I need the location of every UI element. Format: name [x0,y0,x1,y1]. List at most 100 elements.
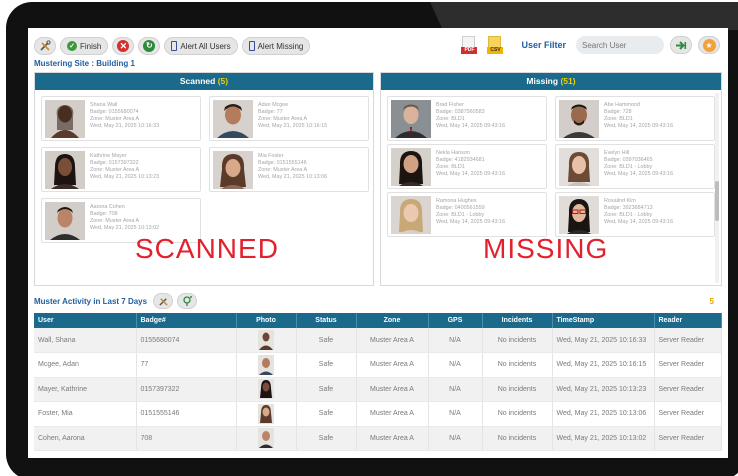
csv-tag: CSV [487,47,504,54]
cell-photo [236,377,297,402]
card-time: Wed, May 14, 2025 09:43:16 [436,123,506,129]
person-photo [45,151,85,189]
tools-icon [158,297,168,306]
cell-user: Wall, Shana [34,328,137,353]
cell-incidents: No incidents [482,377,553,402]
table-row[interactable]: Mayer, Kathrine 0157397322 Safe Muster A… [34,377,722,402]
table-row[interactable]: Mcgee, Adan 77 Safe Muster Area A N/A No… [34,352,722,378]
alert-all-users-button[interactable]: Alert All Users [164,37,238,55]
pdf-tag: PDF [461,47,478,54]
cell-photo [236,352,297,378]
table-row[interactable]: Foster, Mia 0151555146 Safe Muster Area … [34,401,722,427]
card-zone: Zone: BLD1 - Lobby [604,212,653,218]
card-time: Wed, May 21, 2025 10:13:06 [258,174,328,180]
alert-missing-button[interactable]: Alert Missing [241,37,311,55]
cell-gps: N/A [428,426,483,451]
card-time: Wed, May 14, 2025 09:43:16 [604,219,674,225]
cell-badge: 0155680074 [136,328,237,353]
finish-label: Finish [80,41,102,51]
col-status[interactable]: Status [296,313,357,328]
table-row[interactable]: Cohen, Aarona 708 Safe Muster Area A N/A… [34,426,722,451]
scanned-title: Scanned [179,76,216,86]
csv-export-icon[interactable]: CSV [487,36,504,54]
card-badge: Badge: 77 [258,109,283,115]
missing-card[interactable]: Abe Hammond Badge: 728 Zone: BLD1 Wed, M… [555,96,715,141]
card-name: Brad Fisher [436,102,464,108]
scanned-card[interactable]: Adan Mcgee Badge: 77 Zone: Muster Area A… [209,96,369,141]
export-button[interactable] [670,36,692,54]
user-photo [258,403,274,424]
cell-user: Mayer, Kathrine [34,377,137,402]
search-user-input[interactable] [576,36,664,54]
missing-scrollbar[interactable] [715,93,719,283]
cell-status: Safe [296,426,357,451]
card-name: Ramona Hughes [436,198,477,204]
missing-count: (51) [560,76,576,86]
phone-icon [248,41,255,51]
card-badge: Badge: 0151555146 [258,160,307,166]
card-time: Wed, May 21, 2025 10:13:02 [90,225,160,231]
refresh-button[interactable]: ↻ [138,37,161,55]
person-photo [391,100,431,138]
finish-button[interactable]: ✓ Finish [60,37,109,55]
card-badge: Badge: 728 [604,109,632,115]
table-header-row: User Badge# Photo Status Zone GPS Incide… [34,313,722,328]
pdf-export-icon[interactable]: PDF [461,36,478,54]
card-name: Shana Wall [90,102,118,108]
col-user[interactable]: User [34,313,137,328]
col-reader[interactable]: Reader [654,313,722,328]
export-arrow-icon [676,40,687,50]
cell-incidents: No incidents [482,352,553,378]
user-photo [258,379,274,400]
missing-card[interactable]: Brad Fisher Badge: 0387560583 Zone: BLD1… [387,96,547,141]
card-zone: Zone: BLD1 [436,116,465,122]
star-icon: ★ [702,38,716,52]
cell-zone: Muster Area A [356,426,429,451]
col-photo[interactable]: Photo [236,313,297,328]
person-photo [559,148,599,186]
col-gps[interactable]: GPS [428,313,483,328]
col-incidents[interactable]: Incidents [482,313,553,328]
card-badge: Badge: 0157397322 [90,160,139,166]
favorite-button[interactable]: ★ [698,36,720,54]
col-timestamp[interactable]: TimeStamp [552,313,655,328]
col-badge[interactable]: Badge# [136,313,237,328]
cell-zone: Muster Area A [356,377,429,402]
missing-card[interactable]: Nekla Hanson Badge: 4182934681 Zone: BLD… [387,144,547,189]
cell-zone: Muster Area A [356,401,429,427]
card-name: Evelyn Hill [604,150,630,156]
bezel-highlight [430,2,738,30]
card-zone: Zone: BLD1 - Lobby [604,164,653,170]
person-photo [213,151,253,189]
missing-card[interactable]: Ramona Hughes Badge: 0400561559 Zone: BL… [387,192,547,237]
missing-title: Missing [526,76,559,86]
activity-tools-button[interactable] [153,293,173,309]
scanned-card[interactable]: Shana Wall Badge: 0155680074 Zone: Muste… [41,96,201,141]
user-photo [258,354,274,375]
scanned-panel: Scanned (5) Shana Wall Badge: 0155680074… [34,72,374,286]
activity-filter-button[interactable] [177,293,197,309]
scrollbar-thumb[interactable] [715,181,719,221]
missing-card[interactable]: Rosalind Kim Badge: 3923684713 Zone: BLD… [555,192,715,237]
card-badge: Badge: 0400561559 [436,205,485,211]
cell-incidents: No incidents [482,426,553,451]
cell-zone: Muster Area A [356,328,429,353]
activity-table: User Badge# Photo Status Zone GPS Incide… [34,313,722,451]
cell-timestamp: Wed, May 21, 2025 10:13:02 [552,426,655,451]
cell-reader: Server Reader [654,328,722,353]
card-zone: Zone: Muster Area A [90,218,140,224]
cell-badge: 77 [136,352,237,378]
cell-timestamp: Wed, May 21, 2025 10:16:15 [552,352,655,378]
cell-gps: N/A [428,352,483,378]
cell-user: Foster, Mia [34,401,137,427]
person-photo [559,196,599,234]
cell-status: Safe [296,352,357,378]
col-zone[interactable]: Zone [356,313,429,328]
scanned-card[interactable]: Mia Foster Badge: 0151555146 Zone: Muste… [209,147,369,192]
tools-button[interactable] [34,37,56,55]
missing-card[interactable]: Evelyn Hill Badge: 0397036465 Zone: BLD1… [555,144,715,189]
cancel-button[interactable]: ✕ [112,37,135,55]
scanned-card[interactable]: Kathrine Mayer Badge: 0157397322 Zone: M… [41,147,201,192]
table-row[interactable]: Wall, Shana 0155680074 Safe Muster Area … [34,328,722,353]
cell-gps: N/A [428,377,483,402]
